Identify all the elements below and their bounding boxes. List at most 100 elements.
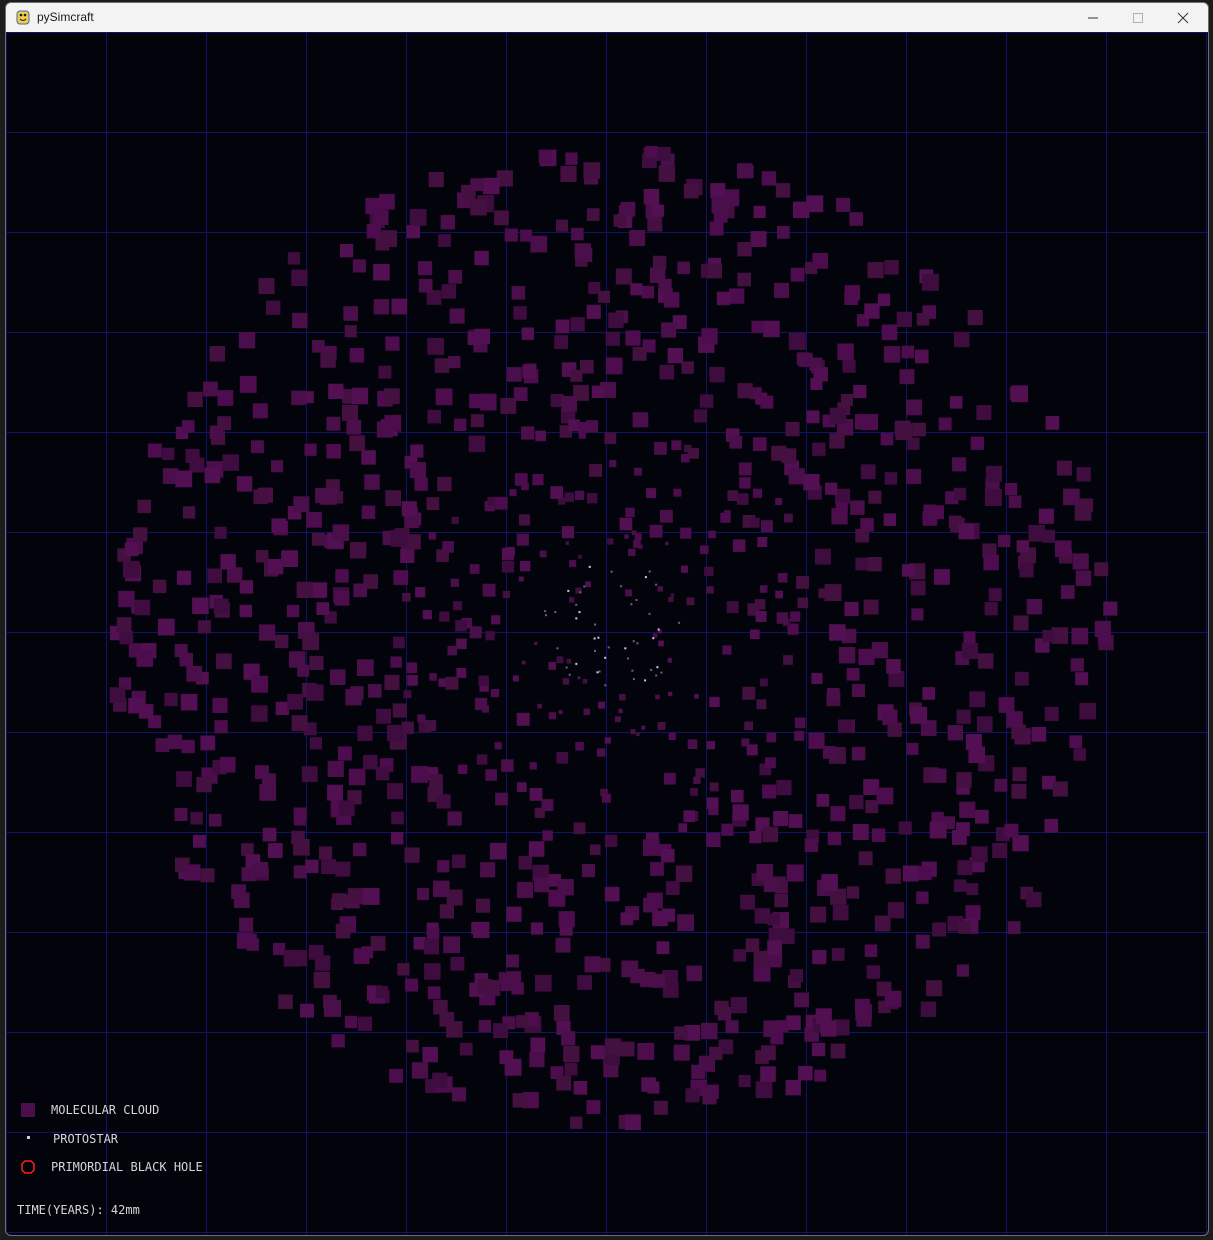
molecular-cloud-particle xyxy=(691,1064,706,1079)
molecular-cloud-particle xyxy=(335,861,351,877)
molecular-cloud-particle xyxy=(630,729,636,735)
molecular-cloud-particle xyxy=(829,407,847,425)
molecular-cloud-particle xyxy=(119,630,134,645)
molecular-cloud-particle xyxy=(887,902,905,919)
molecular-cloud-particle xyxy=(433,880,450,898)
molecular-cloud-particle xyxy=(313,971,331,989)
molecular-cloud-particle xyxy=(513,306,527,320)
minimize-button[interactable] xyxy=(1070,3,1115,32)
molecular-cloud-particle xyxy=(842,359,856,373)
molecular-cloud-particle xyxy=(994,778,1008,792)
molecular-cloud-particle xyxy=(915,934,930,949)
molecular-cloud-particle xyxy=(884,472,898,485)
molecular-cloud-particle xyxy=(500,974,518,992)
molecular-cloud-particle xyxy=(659,364,675,380)
molecular-cloud-particle xyxy=(906,399,922,416)
molecular-cloud-particle xyxy=(479,393,497,411)
molecular-cloud-particle xyxy=(411,1062,429,1079)
molecular-cloud-particle xyxy=(683,183,699,199)
molecular-cloud-particle xyxy=(661,322,677,338)
molecular-cloud-particle xyxy=(1063,488,1080,506)
title-bar[interactable]: pySimcraft xyxy=(6,3,1208,32)
molecular-cloud-particle xyxy=(175,470,193,488)
molecular-cloud-particle xyxy=(831,948,845,961)
molecular-cloud-particle xyxy=(542,830,553,841)
molecular-cloud-particle xyxy=(324,999,341,1017)
molecular-cloud-particle xyxy=(429,774,443,788)
molecular-cloud-particle xyxy=(309,655,324,670)
molecular-cloud-particle xyxy=(883,513,897,526)
molecular-cloud-particle xyxy=(886,659,901,674)
simulation-viewport[interactable]: MOLECULAR CLOUD PROTOSTAR PRIMORDIAL BLA… xyxy=(6,32,1208,1235)
molecular-cloud-particle xyxy=(193,834,206,848)
protostar-particle xyxy=(598,670,601,673)
molecular-cloud-particle xyxy=(342,404,358,421)
molecular-cloud-particle xyxy=(1074,504,1092,521)
molecular-cloud-particle xyxy=(521,426,535,440)
molecular-cloud-particle xyxy=(493,1023,508,1039)
molecular-cloud-particle xyxy=(777,226,790,239)
molecular-cloud-particle xyxy=(709,696,720,708)
molecular-cloud-particle xyxy=(239,917,254,932)
molecular-cloud-particle xyxy=(320,352,336,368)
molecular-cloud-particle xyxy=(694,694,699,699)
molecular-cloud-particle xyxy=(755,1050,769,1064)
molecular-cloud-particle xyxy=(239,604,252,618)
molecular-cloud-particle xyxy=(1042,630,1055,643)
molecular-cloud-particle xyxy=(116,617,132,632)
molecular-cloud-particle xyxy=(854,414,871,430)
molecular-cloud-particle xyxy=(425,720,437,732)
molecular-cloud-particle xyxy=(366,224,381,239)
molecular-cloud-particle xyxy=(335,923,351,939)
molecular-cloud-particle xyxy=(796,575,809,589)
molecular-cloud-particle xyxy=(597,290,610,303)
molecular-cloud-particle xyxy=(636,732,640,737)
molecular-cloud-particle xyxy=(349,542,367,559)
molecular-cloud-particle xyxy=(511,286,526,300)
molecular-cloud-particles xyxy=(109,145,1118,1131)
molecular-cloud-particle xyxy=(938,417,952,431)
molecular-cloud-particle xyxy=(470,198,487,216)
molecular-cloud-particle xyxy=(709,221,724,236)
molecular-cloud-particle xyxy=(652,255,667,270)
molecular-cloud-particle xyxy=(629,230,646,246)
molecular-cloud-particle xyxy=(348,768,366,786)
molecular-cloud-particle xyxy=(506,906,522,922)
maximize-button[interactable] xyxy=(1115,3,1160,32)
molecular-cloud-particle xyxy=(607,538,614,545)
close-button[interactable] xyxy=(1160,3,1205,32)
molecular-cloud-particle xyxy=(357,659,374,676)
molecular-cloud-particle xyxy=(296,581,313,598)
molecular-cloud-particle xyxy=(578,431,586,439)
molecular-cloud-particle xyxy=(266,300,281,315)
molecular-cloud-particle xyxy=(368,684,382,698)
molecular-cloud-particle xyxy=(564,1062,578,1076)
molecular-cloud-particle xyxy=(605,331,620,346)
molecular-cloud-particle xyxy=(451,1087,467,1102)
molecular-cloud-particle xyxy=(910,580,926,596)
molecular-cloud-particle xyxy=(291,715,308,732)
molecular-cloud-particle xyxy=(182,506,196,519)
molecular-cloud-particle xyxy=(753,950,770,967)
molecular-cloud-particle xyxy=(609,460,617,468)
molecular-cloud-particle xyxy=(701,1022,718,1040)
molecular-cloud-particle xyxy=(306,511,322,528)
molecular-cloud-particle xyxy=(804,838,819,852)
molecular-cloud-particle xyxy=(832,904,849,921)
molecular-cloud-particle xyxy=(328,383,344,399)
molecular-cloud-particle xyxy=(926,980,943,997)
molecular-cloud-particle xyxy=(417,888,430,901)
molecular-cloud-particle xyxy=(512,1093,527,1108)
molecular-cloud-particle xyxy=(837,343,854,360)
molecular-cloud-particle xyxy=(641,285,655,299)
protostar-particle xyxy=(575,617,578,620)
molecular-cloud-particle xyxy=(794,730,805,741)
molecular-cloud-particle xyxy=(959,801,976,818)
molecular-cloud-particle xyxy=(409,462,426,479)
molecular-cloud-particle xyxy=(501,547,514,560)
molecular-cloud-particle xyxy=(851,683,865,697)
simulation-canvas[interactable] xyxy=(6,32,1208,1235)
molecular-cloud-particle xyxy=(1076,467,1091,482)
molecular-cloud-particle xyxy=(953,487,967,501)
molecular-cloud-particle xyxy=(528,841,545,857)
